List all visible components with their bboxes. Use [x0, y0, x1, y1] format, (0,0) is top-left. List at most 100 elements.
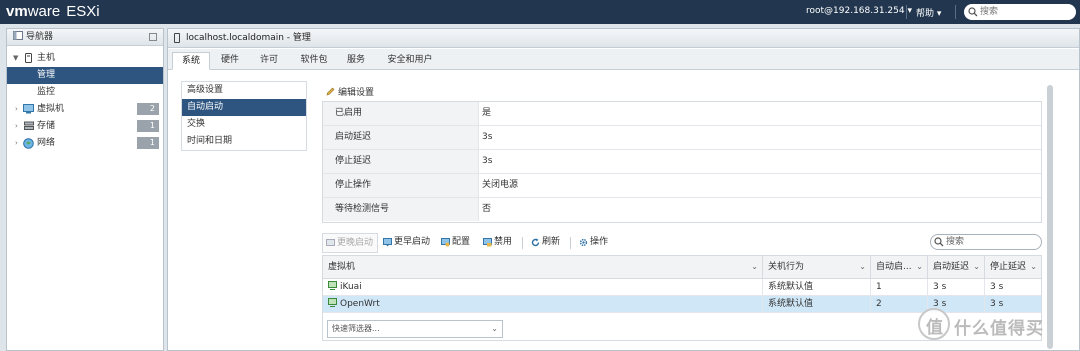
vm-icon — [23, 104, 34, 114]
watermark: 值 什么值得买 — [918, 308, 1080, 351]
nav-item-vms[interactable]: › 虚拟机 2 — [7, 101, 163, 118]
prop-value: 是 — [482, 108, 492, 118]
actions-button[interactable]: 操作 — [576, 233, 608, 253]
table-row[interactable]: iKuai 系统默认值 1 3 s 3 s — [323, 279, 1041, 296]
nav-item-host[interactable]: ▼ 主机 — [7, 50, 163, 67]
shutdown-cell: 系统默认值 — [763, 279, 871, 296]
tab-packages[interactable]: 软件包 — [293, 52, 335, 70]
tab-bar: 系统 硬件 许可 软件包 服务 安全和用户 — [168, 49, 1079, 70]
column-header-start-delay[interactable]: 启动延迟 ⌄ — [928, 256, 985, 278]
prop-row: 等待检测信号否 — [323, 198, 1041, 222]
prop-key: 停止延迟 — [323, 150, 479, 173]
tab-hardware[interactable]: 硬件 — [214, 52, 246, 70]
prop-key: 已启用 — [323, 102, 479, 125]
prop-row: 已启用是 — [323, 102, 1041, 126]
start-earlier-icon — [383, 238, 392, 247]
prop-row: 停止操作 关闭电源 — [323, 174, 1041, 198]
tab-license[interactable]: 许可 — [253, 52, 285, 70]
divider — [522, 237, 523, 249]
count-badge: 1 — [137, 120, 159, 132]
tab-system[interactable]: 系统 — [172, 52, 210, 70]
configure-icon — [441, 238, 450, 247]
tab-services[interactable]: 服务 — [340, 52, 372, 70]
nav-item-network[interactable]: › 网络 1 — [7, 135, 163, 152]
start-later-icon — [326, 239, 335, 246]
navigator-panel: 导航器 ▼ 主机 管理 监控 › 虚拟机 2 › 存储 1 › 网络 1 — [6, 28, 164, 351]
chevron-down-icon: ⌄ — [491, 324, 498, 333]
vm-name-cell: iKuai — [323, 279, 763, 296]
nav-item-manage[interactable]: 管理 — [7, 67, 163, 84]
submenu-time-date[interactable]: 时间和日期 — [182, 133, 306, 150]
chevron-down-icon[interactable]: ⌄ — [859, 256, 866, 278]
gear-icon — [579, 238, 588, 247]
prop-value: 3s — [482, 156, 493, 166]
collapse-icon[interactable] — [149, 33, 157, 41]
edit-settings-button[interactable]: 编辑设置 — [326, 85, 374, 98]
quick-filter-select[interactable]: 快速筛选器... ⌄ — [327, 320, 503, 338]
stop-delay-cell: 3 s — [990, 282, 1004, 292]
chevron-down-icon[interactable]: ⌄ — [1030, 256, 1037, 278]
page-title: localhost.localdomain - 管理 — [168, 29, 1079, 48]
tab-security-users[interactable]: 安全和用户 — [382, 52, 438, 70]
vm-name-cell: OpenWrt — [323, 296, 763, 313]
autostart-properties: 已启用是 启动延迟 3s 停止延迟 3s 停止操作 关闭电源 等待检测信号否 — [322, 101, 1042, 223]
prop-row: 停止延迟 3s — [323, 150, 1041, 174]
chevron-down-icon[interactable]: ⌄ — [751, 256, 758, 278]
chevron-down-icon[interactable]: ▼ — [13, 50, 18, 67]
chevron-down-icon[interactable]: ⌄ — [916, 256, 923, 278]
prop-key: 等待检测信号 — [323, 198, 479, 221]
top-bar: vmware ESXi root@192.168.31.254 ▾ 帮助 ▾ 搜索 — [0, 0, 1080, 24]
prop-key: 停止操作 — [323, 174, 479, 197]
vmware-logo: vmware ESXi — [6, 3, 100, 20]
column-header-order[interactable]: 自动启... ⌄ — [871, 256, 928, 278]
divider — [570, 237, 571, 249]
search-icon — [934, 237, 944, 247]
submenu-advanced[interactable]: 高级设置 — [182, 82, 306, 99]
start-earlier-button[interactable]: 更早启动 — [380, 233, 430, 253]
navigator-header: 导航器 — [7, 29, 163, 46]
refresh-button[interactable]: 刷新 — [528, 233, 560, 253]
autostart-toolbar: 更晚启动 更早启动 配置 禁用 刷新 操作 搜索 — [322, 233, 1042, 253]
main-panel: localhost.localdomain - 管理 系统 硬件 许可 软件包 … — [167, 28, 1080, 351]
divider — [955, 5, 956, 19]
prop-row: 启动延迟 3s — [323, 126, 1041, 150]
nav-item-monitor[interactable]: 监控 — [7, 84, 163, 101]
host-icon — [25, 53, 32, 63]
prop-value: 关闭电源 — [482, 180, 519, 190]
disable-icon — [483, 238, 492, 247]
disable-button[interactable]: 禁用 — [480, 233, 512, 253]
vm-icon — [328, 281, 337, 290]
column-header-stop-delay[interactable]: 停止延迟 ⌄ — [985, 256, 1041, 278]
chevron-right-icon[interactable]: › — [15, 135, 18, 152]
watermark-logo-icon: 值 — [918, 308, 950, 340]
network-icon — [23, 138, 34, 149]
user-menu[interactable]: root@192.168.31.254 ▾ — [806, 6, 912, 16]
chevron-down-icon[interactable]: ⌄ — [973, 256, 980, 278]
table-header: 虚拟机 ⌄ 关机行为 ⌄ 自动启... ⌄ 启动延迟 ⌄ 停止延迟 ⌄ — [323, 256, 1041, 279]
search-icon — [968, 7, 978, 17]
divider — [906, 5, 907, 19]
chevron-right-icon[interactable]: › — [15, 118, 18, 135]
submenu-swap[interactable]: 交换 — [182, 116, 306, 133]
host-icon — [174, 33, 180, 43]
shutdown-cell: 系统默认值 — [763, 296, 871, 313]
help-menu[interactable]: 帮助 ▾ — [916, 6, 941, 19]
nav-item-storage[interactable]: › 存储 1 — [7, 118, 163, 135]
start-later-button[interactable]: 更晚启动 — [322, 233, 379, 253]
prop-value: 3s — [482, 132, 493, 142]
submenu-autostart[interactable]: 自动启动 — [182, 99, 306, 116]
system-submenu: 高级设置 自动启动 交换 时间和日期 — [181, 81, 307, 151]
grid-search-input[interactable]: 搜索 — [930, 234, 1042, 250]
configure-button[interactable]: 配置 — [438, 233, 470, 253]
top-search-input[interactable]: 搜索 — [964, 4, 1076, 20]
count-badge: 1 — [137, 137, 159, 149]
column-header-shutdown[interactable]: 关机行为 ⌄ — [763, 256, 871, 278]
refresh-icon — [531, 238, 540, 247]
vm-icon — [328, 298, 337, 307]
start-delay-cell: 3 s — [928, 279, 985, 296]
count-badge: 2 — [137, 103, 159, 115]
chevron-right-icon[interactable]: › — [15, 101, 18, 118]
pencil-icon — [326, 87, 335, 96]
order-cell: 1 — [871, 279, 928, 296]
column-header-vm[interactable]: 虚拟机 ⌄ — [323, 256, 763, 278]
